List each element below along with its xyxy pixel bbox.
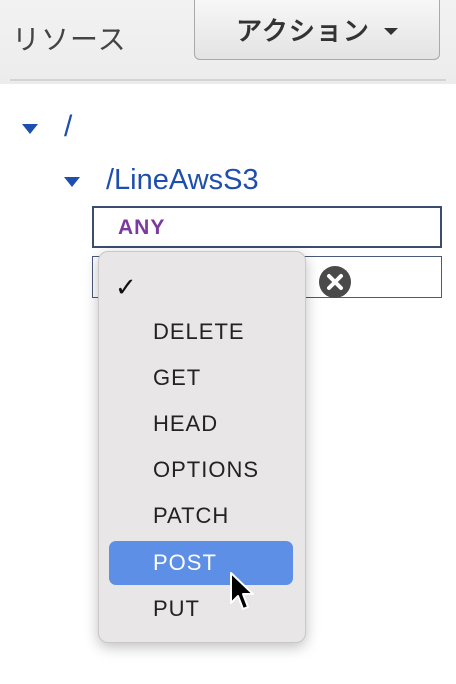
caret-down-icon — [383, 28, 398, 35]
tree-item-lineawss3[interactable]: /LineAwsS3 — [106, 164, 259, 197]
method-option-options[interactable]: OPTIONS — [109, 448, 293, 492]
clear-circle-x-icon[interactable] — [318, 265, 352, 299]
method-label-any: ANY — [118, 216, 166, 239]
method-option-delete[interactable]: DELETE — [109, 310, 293, 354]
actions-button-label: アクション — [236, 17, 370, 47]
method-option-head[interactable]: HEAD — [109, 402, 293, 446]
method-item-any[interactable]: ANY — [92, 206, 442, 248]
method-option-patch[interactable]: PATCH — [109, 494, 293, 538]
method-dropdown-menu: ✓ DELETE GET HEAD OPTIONS PATCH POST PUT — [98, 251, 306, 643]
page-title: リソース — [12, 23, 127, 56]
method-option-post[interactable]: POST — [109, 541, 293, 585]
tree-item-root[interactable]: / — [64, 110, 72, 144]
resource-expand-triangle-icon[interactable] — [64, 177, 80, 187]
header-bar: リソース アクション — [0, 0, 456, 84]
method-option-put[interactable]: PUT — [109, 587, 293, 631]
root-expand-triangle-icon[interactable] — [22, 124, 38, 134]
actions-dropdown-button[interactable]: アクション — [194, 0, 440, 60]
header-divider — [10, 79, 446, 81]
method-option-get[interactable]: GET — [109, 356, 293, 400]
checkmark-icon: ✓ — [115, 273, 137, 303]
